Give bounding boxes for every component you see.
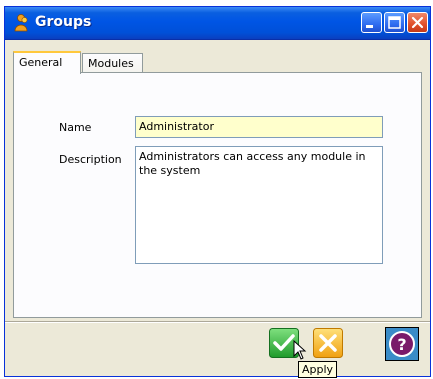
cancel-button[interactable] xyxy=(313,328,343,358)
svg-text:?: ? xyxy=(397,335,406,354)
tab-general[interactable]: General xyxy=(13,51,81,74)
description-label: Description xyxy=(59,153,122,166)
maximize-icon xyxy=(388,16,401,29)
general-tab-panel: Name Administrator Description Administr… xyxy=(13,72,422,318)
footer-divider-highlight xyxy=(5,322,430,323)
minimize-button[interactable] xyxy=(361,12,382,33)
name-label: Name xyxy=(59,121,92,134)
tab-modules[interactable]: Modules xyxy=(82,53,143,73)
x-icon xyxy=(313,328,343,358)
window-title: Groups xyxy=(35,14,92,30)
groups-window: Groups General Modules Name Administrato… xyxy=(4,6,431,378)
mouse-cursor-icon xyxy=(293,340,307,360)
close-icon xyxy=(411,16,424,29)
question-icon: ? xyxy=(389,331,415,357)
description-field[interactable]: Administrators can access any module in … xyxy=(135,146,383,264)
apply-tooltip: Apply xyxy=(298,361,338,378)
help-button[interactable]: ? xyxy=(385,327,419,361)
app-icon xyxy=(14,14,28,32)
maximize-button[interactable] xyxy=(384,12,405,33)
name-field[interactable]: Administrator xyxy=(135,116,383,138)
close-button[interactable] xyxy=(407,12,428,33)
title-bar[interactable]: Groups xyxy=(5,7,430,40)
minimize-icon xyxy=(366,25,373,28)
